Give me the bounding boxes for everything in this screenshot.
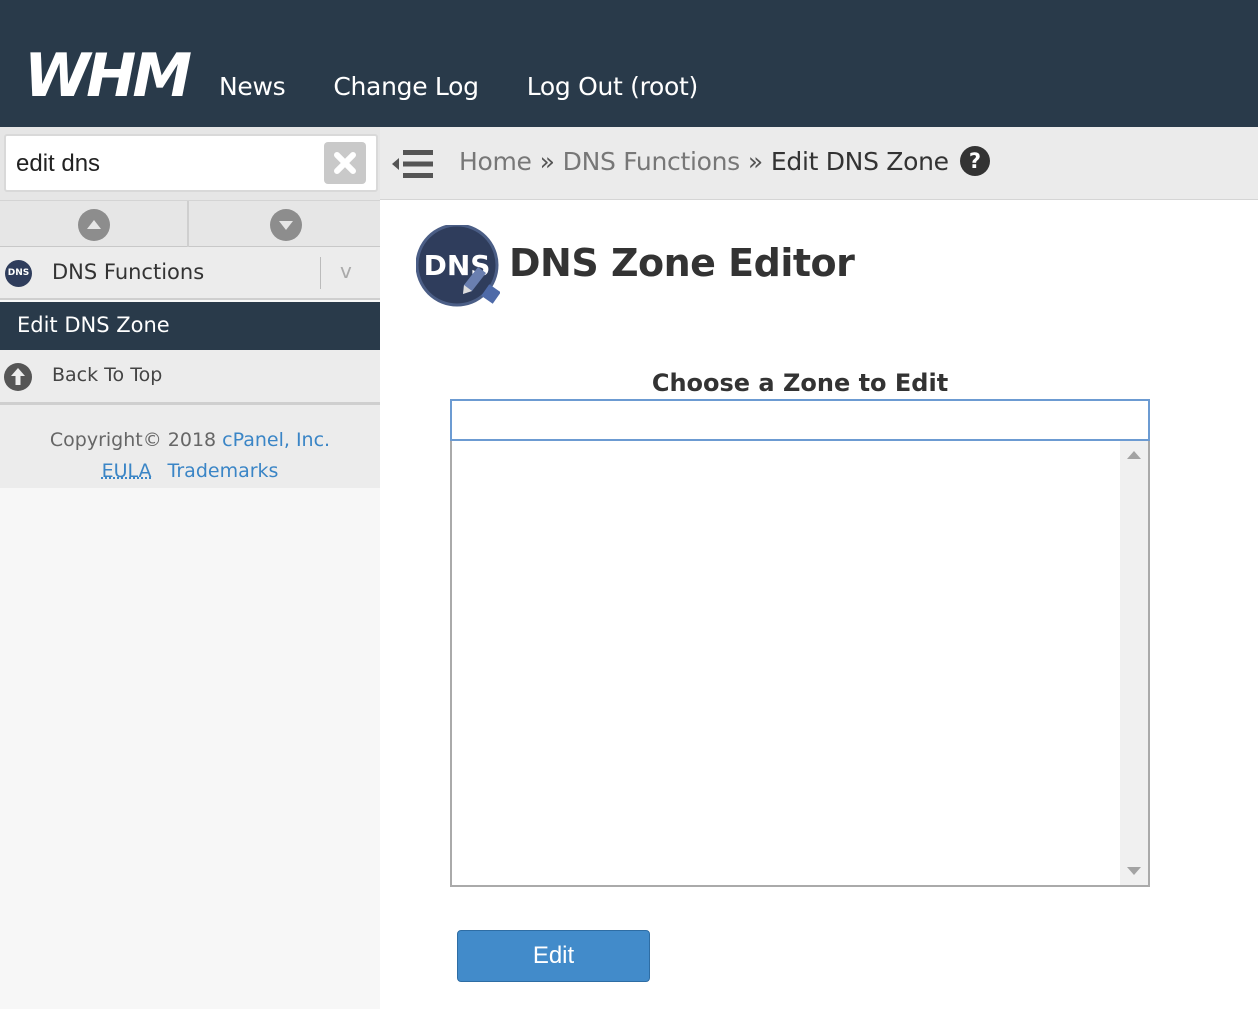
dns-icon: DNS <box>5 260 32 287</box>
whm-logo-text: WHM <box>24 46 191 102</box>
breadcrumb-separator: » <box>539 146 555 176</box>
breadcrumb-separator: » <box>747 146 763 176</box>
legal-links: EULA Trademarks <box>0 460 380 482</box>
zone-filter-input[interactable] <box>450 399 1150 441</box>
copyright-text: Copyright© 2018 <box>49 429 217 451</box>
nav-news[interactable]: News <box>219 72 286 101</box>
choose-zone-label: Choose a Zone to Edit <box>651 369 949 397</box>
back-to-top-button[interactable]: Back To Top <box>0 350 380 405</box>
scroll-down-button[interactable] <box>191 201 380 247</box>
sidebar: DNS DNS Functions v Edit DNS Zone Back T… <box>0 127 380 1009</box>
edit-button[interactable]: Edit <box>457 930 650 982</box>
menu-toggle-icon[interactable] <box>392 147 434 181</box>
copyright-line: Copyright© 2018 cPanel, Inc. <box>0 429 380 451</box>
sidebar-scroll-arrows <box>0 200 380 247</box>
sidebar-search-area <box>0 127 380 200</box>
divider <box>320 257 321 289</box>
nav-logout[interactable]: Log Out (root) <box>527 72 699 101</box>
arrow-up-icon <box>4 363 32 391</box>
breadcrumb-home[interactable]: Home <box>459 147 532 176</box>
top-header: WHM News Change Log Log Out (root) <box>0 0 1258 127</box>
zone-list-scrollbar[interactable] <box>1120 441 1148 885</box>
breadcrumb: Home » DNS Functions » Edit DNS Zone ? <box>459 146 990 176</box>
chevron-down-icon <box>269 209 302 241</box>
eula-link[interactable]: EULA <box>102 460 152 482</box>
search-input[interactable] <box>16 146 316 182</box>
sidebar-item-label: Edit DNS Zone <box>17 313 170 337</box>
clear-search-button[interactable] <box>324 142 366 184</box>
scroll-up-arrow-icon[interactable] <box>1127 451 1141 459</box>
main-content: DNS DNS Zone Editor Choose a Zone to Edi… <box>380 201 1258 1009</box>
zone-select-list[interactable] <box>450 441 1150 887</box>
dns-zone-editor-icon: DNS <box>416 225 500 307</box>
sidebar-section-label: DNS Functions <box>52 260 205 284</box>
page-title: DNS Zone Editor <box>509 241 855 285</box>
top-nav: News Change Log Log Out (root) <box>219 72 746 101</box>
sidebar-section-dns-functions[interactable]: DNS DNS Functions v <box>0 247 380 300</box>
breadcrumb-current: Edit DNS Zone <box>770 146 949 176</box>
trademarks-link[interactable]: Trademarks <box>168 460 279 482</box>
whm-logo[interactable]: WHM <box>24 46 202 102</box>
sidebar-item-edit-dns-zone[interactable]: Edit DNS Zone <box>0 302 380 350</box>
chevron-down-icon[interactable]: v <box>340 259 352 283</box>
nav-change-log[interactable]: Change Log <box>333 72 479 101</box>
sidebar-footer: Copyright© 2018 cPanel, Inc. EULA Tradem… <box>0 405 380 488</box>
help-icon[interactable]: ? <box>959 146 990 176</box>
cpanel-link[interactable]: cPanel, Inc. <box>222 429 330 451</box>
chevron-up-icon <box>77 209 110 241</box>
breadcrumb-bar: Home » DNS Functions » Edit DNS Zone ? <box>380 127 1258 200</box>
scroll-down-arrow-icon[interactable] <box>1127 867 1141 875</box>
search-box <box>4 134 378 192</box>
back-to-top-label: Back To Top <box>52 364 163 386</box>
scroll-up-button[interactable] <box>0 201 189 247</box>
close-icon <box>334 152 356 174</box>
breadcrumb-dns-functions[interactable]: DNS Functions <box>563 147 741 176</box>
